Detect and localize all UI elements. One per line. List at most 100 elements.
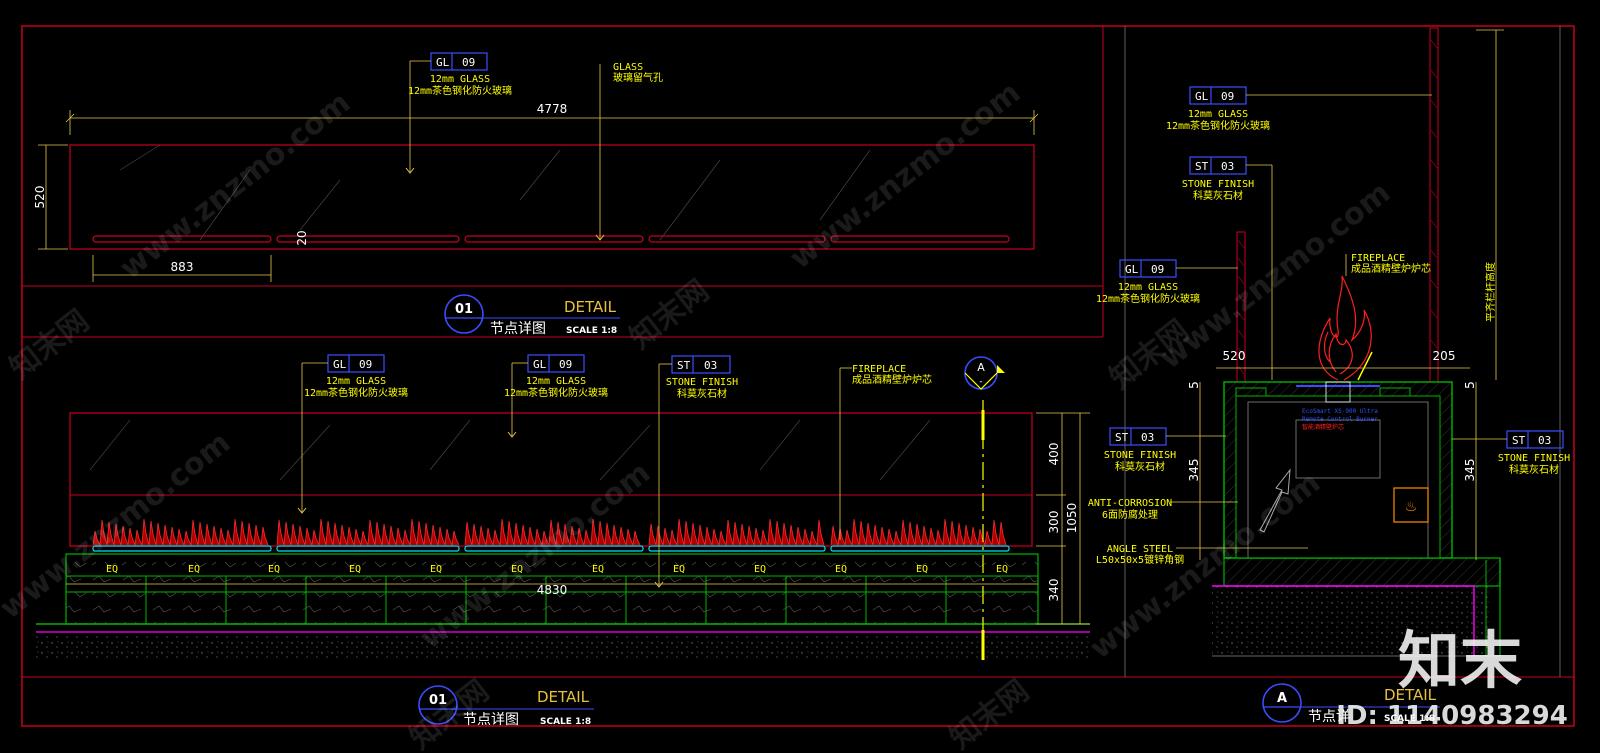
tag-line1: 12mm GLASS — [326, 376, 386, 387]
tag-line2: 12mm茶色钢化防火玻璃 — [304, 386, 408, 399]
watermark-site-1: www.znzmo.com — [113, 85, 357, 286]
section-marker-a: A - — [964, 356, 1005, 390]
tag-st03-elev: ST 03 STONE FINISH 科莫灰石材 — [654, 355, 738, 588]
dim-slot-h: 20 — [295, 230, 309, 245]
eq-label: EQ — [268, 564, 280, 575]
tag-code: ST — [677, 359, 691, 372]
tag-line2: 科莫灰石材 — [677, 387, 727, 400]
tag-num: 09 — [359, 358, 372, 371]
eq-label: EQ — [430, 564, 442, 575]
dim-340: 340 — [1047, 579, 1061, 602]
title-scale: SCALE 1:8 — [540, 717, 591, 727]
tag-code: GL — [333, 358, 347, 371]
glass-note-1: GLASS — [613, 62, 643, 73]
watermark-cn-1: 知末网 — [3, 303, 95, 386]
fireplace-note-2: 成品酒精壁炉炉芯 — [1351, 262, 1431, 275]
tag-code: GL — [1195, 90, 1209, 103]
tag-line2: 12mm茶色钢化防火玻璃 — [504, 386, 608, 399]
dim-345-right: 345 — [1463, 459, 1477, 482]
tag-code: ST — [1512, 434, 1526, 447]
dim-5-left: 5 — [1187, 381, 1201, 389]
anti-note-1: ANTI-CORROSION — [1088, 498, 1172, 509]
section-sub: - — [979, 377, 982, 387]
tag-line1: STONE FINISH — [1182, 179, 1254, 190]
brand-logo: 知末 — [1398, 624, 1522, 697]
tag-num: 03 — [1141, 431, 1154, 444]
eq-label: EQ — [996, 564, 1008, 575]
fireplace-note-1: FIREPLACE — [1351, 253, 1405, 264]
eq-label: EQ — [673, 564, 685, 575]
dim-width: 4778 — [537, 102, 568, 116]
image-id: ID: 1140983294 — [1336, 701, 1568, 731]
title-en: DETAIL — [537, 688, 590, 706]
tag-num: 09 — [462, 56, 475, 69]
tag-code: ST — [1115, 431, 1129, 444]
flame-strip — [830, 518, 1007, 547]
title-letter: A — [1277, 691, 1287, 706]
tag-num: 03 — [1538, 434, 1551, 447]
eq-label: EQ — [188, 564, 200, 575]
dim-total: 4830 — [537, 583, 568, 597]
svg-text:♨: ♨ — [1405, 499, 1418, 515]
tag-gl09-sec-top: GL 09 12mm GLASS 12mm茶色钢化防火玻璃 — [1166, 86, 1432, 132]
tag-line2: 12mm茶色钢化防火玻璃 — [408, 84, 512, 97]
tag-line1: 12mm GLASS — [1188, 109, 1248, 120]
tag-code: GL — [436, 56, 450, 69]
tag-num: 03 — [1221, 160, 1234, 173]
glass-note-2: 玻璃留气孔 — [613, 71, 663, 84]
tag-gl09-elev-1: GL 09 12mm GLASS 12mm茶色钢化防火玻璃 — [297, 354, 408, 514]
anti-note-2: 6面防腐处理 — [1102, 508, 1158, 521]
flame-strip — [276, 518, 460, 547]
eq-label: EQ — [106, 564, 118, 575]
dim-1050: 1050 — [1065, 503, 1079, 534]
eq-label: EQ — [916, 564, 928, 575]
burner-cn: 智能酒精壁炉芯 — [1302, 423, 1344, 431]
section-letter: A — [977, 361, 985, 374]
tag-line1: STONE FINISH — [666, 377, 738, 388]
tag-num: 03 — [704, 359, 717, 372]
eq-label: EQ — [835, 564, 847, 575]
flame-strip — [648, 518, 825, 547]
glass-slots — [92, 235, 1010, 243]
fireplace-note-2: 成品酒精壁炉炉芯 — [852, 373, 932, 386]
title-scale: SCALE 1:8 — [566, 326, 617, 336]
rail-note: 平齐栏杆高度 — [1484, 262, 1497, 322]
tag-line1: 12mm GLASS — [1118, 282, 1178, 293]
watermark-site-5: www.znzmo.com — [1153, 175, 1397, 376]
burner-tray — [648, 545, 826, 552]
tag-code: ST — [1195, 160, 1209, 173]
burner-desc: Remote Control Burner — [1302, 416, 1378, 423]
fireplace-note-1: FIREPLACE — [852, 364, 906, 375]
tag-code: GL — [533, 358, 547, 371]
eq-label: EQ — [754, 564, 766, 575]
dim-300: 300 — [1047, 511, 1061, 534]
tag-st03-sec-left: ST 03 STONE FINISH 科莫灰石材 — [1104, 427, 1226, 473]
tag-num: 09 — [1221, 90, 1234, 103]
tag-line1: 12mm GLASS — [430, 74, 490, 85]
burner-model: EcoSmart XS-900 Ultra — [1302, 408, 1378, 415]
dim-345-left: 345 — [1187, 459, 1201, 482]
dim-height: 520 — [33, 186, 47, 209]
tag-line1: STONE FINISH — [1498, 453, 1570, 464]
tag-gl09-elev-2: GL 09 12mm GLASS 12mm茶色钢化防火玻璃 — [504, 354, 608, 438]
watermark-cn-5: 知末网 — [943, 673, 1035, 753]
eq-label: EQ — [349, 564, 361, 575]
burner-tray — [830, 545, 1010, 552]
tag-line1: 12mm GLASS — [526, 376, 586, 387]
dim-400: 400 — [1047, 443, 1061, 466]
tag-line1: STONE FINISH — [1104, 450, 1176, 461]
title-top-plan: 01 DETAIL 节点详图 SCALE 1:8 — [444, 294, 620, 337]
watermark-site-3: www.znzmo.com — [783, 75, 1027, 276]
burner-tray — [276, 545, 460, 552]
dim-slot: 883 — [171, 260, 194, 274]
tag-num: 09 — [559, 358, 572, 371]
angle-note-1: ANGLE STEEL — [1107, 544, 1173, 555]
elev-right-dims — [1036, 412, 1090, 625]
dim-520: 520 — [1223, 349, 1246, 363]
tag-line2: 科莫灰石材 — [1193, 189, 1243, 202]
dim-205: 205 — [1433, 349, 1456, 363]
title-num: 01 — [455, 302, 473, 317]
section-flame — [1318, 275, 1372, 381]
angle-note-2: L50x50x5镀锌角钢 — [1096, 553, 1184, 566]
tag-code: GL — [1125, 263, 1139, 276]
